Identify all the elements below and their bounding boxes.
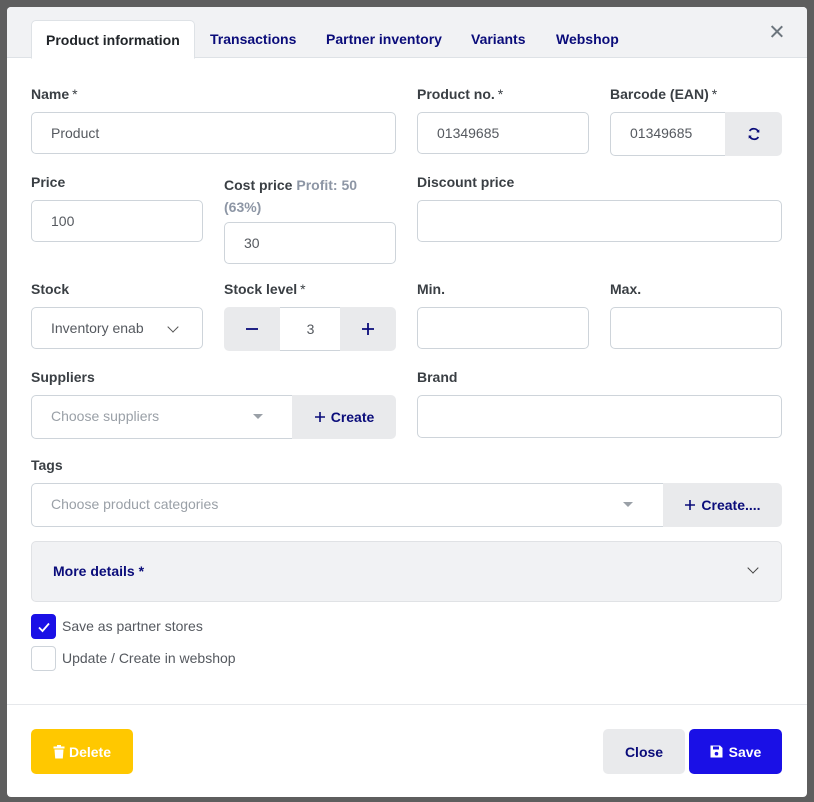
- more-details-title: More details *: [53, 563, 145, 579]
- discount-price-label: Discount price: [417, 174, 515, 190]
- price-label: Price: [31, 174, 66, 190]
- save-button[interactable]: Save: [689, 729, 782, 774]
- tags-select[interactable]: Choose product categories: [31, 483, 664, 527]
- profit-text: Profit: 50: [296, 177, 358, 193]
- save-partner-checkbox[interactable]: [31, 614, 56, 639]
- tab-transactions[interactable]: Transactions: [210, 20, 296, 58]
- name-input[interactable]: Product: [31, 112, 396, 154]
- product-no-label: Product no. *: [417, 86, 504, 102]
- update-webshop-checkbox[interactable]: [31, 646, 56, 671]
- suppliers-label: Suppliers: [31, 369, 95, 385]
- product-modal: Product information Transactions Partner…: [7, 7, 807, 797]
- minus-icon: [245, 322, 259, 336]
- close-button[interactable]: Close: [603, 729, 685, 774]
- cost-price-input[interactable]: 30: [224, 222, 396, 264]
- barcode-label: Barcode (EAN) *: [610, 86, 718, 102]
- save-icon: [710, 745, 723, 758]
- create-supplier-button[interactable]: Create: [292, 395, 396, 439]
- plus-icon: [361, 322, 375, 336]
- plus-icon: [684, 499, 696, 511]
- brand-label: Brand: [417, 369, 458, 385]
- close-icon[interactable]: [767, 22, 787, 42]
- more-details-accordion[interactable]: More details *: [31, 541, 782, 602]
- caret-down-icon: [253, 414, 263, 419]
- tab-webshop[interactable]: Webshop: [556, 20, 619, 58]
- delete-button[interactable]: Delete: [31, 729, 133, 774]
- stock-label: Stock: [31, 281, 70, 297]
- tab-variants[interactable]: Variants: [471, 20, 525, 58]
- caret-down-icon: [623, 502, 633, 507]
- cost-price-label: Cost price Profit: 50 (63%): [224, 177, 358, 215]
- min-input[interactable]: [417, 307, 589, 349]
- save-partner-label: Save as partner stores: [62, 618, 203, 634]
- price-input[interactable]: 100: [31, 200, 203, 242]
- stock-level-label: Stock level *: [224, 281, 306, 297]
- create-tag-button[interactable]: Create....: [663, 483, 782, 527]
- barcode-input[interactable]: 01349685: [610, 112, 726, 156]
- increment-button[interactable]: [340, 307, 396, 351]
- refresh-barcode-button[interactable]: [725, 112, 782, 156]
- brand-input[interactable]: [417, 395, 782, 438]
- max-label: Max.: [610, 281, 642, 297]
- stock-level-input[interactable]: 3: [280, 307, 341, 351]
- update-webshop-label: Update / Create in webshop: [62, 650, 236, 666]
- name-label: Name *: [31, 86, 78, 102]
- max-input[interactable]: [610, 307, 782, 349]
- product-no-input[interactable]: 01349685: [417, 112, 589, 154]
- tab-product-information[interactable]: Product information: [31, 20, 195, 59]
- tabs-bar: Product information Transactions Partner…: [7, 7, 807, 59]
- tab-partner-inventory[interactable]: Partner inventory: [326, 20, 442, 58]
- tags-label: Tags: [31, 457, 63, 473]
- chevron-down-icon: [747, 562, 759, 574]
- profit-percent-text: (63%): [224, 199, 262, 215]
- check-icon: [32, 615, 55, 638]
- decrement-button[interactable]: [224, 307, 280, 351]
- footer-divider: [7, 704, 807, 705]
- min-label: Min.: [417, 281, 445, 297]
- plus-icon: [314, 411, 326, 423]
- refresh-icon: [747, 127, 761, 141]
- discount-price-input[interactable]: [417, 200, 782, 242]
- trash-icon: [53, 744, 65, 759]
